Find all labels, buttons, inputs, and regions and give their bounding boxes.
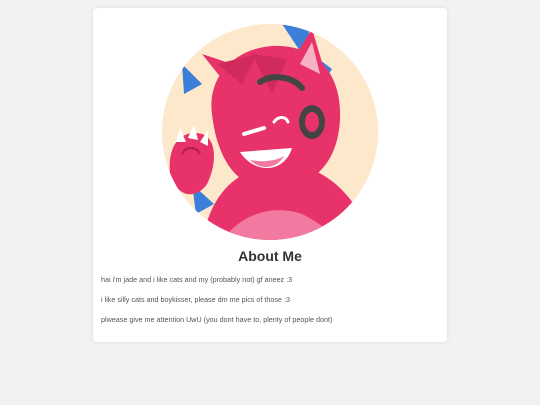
headphone-cup-inner bbox=[305, 112, 319, 132]
bio-line: plwease give me attention UwU (you dont … bbox=[101, 315, 333, 324]
profile-card: About Me hai i'm jade and i like cats an… bbox=[93, 8, 447, 342]
profile-avatar bbox=[162, 24, 378, 240]
avatar-illustration bbox=[162, 24, 378, 240]
bio-line: hai i'm jade and i like cats and my (pro… bbox=[101, 275, 293, 284]
about-me-heading: About Me bbox=[238, 248, 302, 264]
bio-line: i like silly cats and boykisser, please … bbox=[101, 295, 290, 304]
